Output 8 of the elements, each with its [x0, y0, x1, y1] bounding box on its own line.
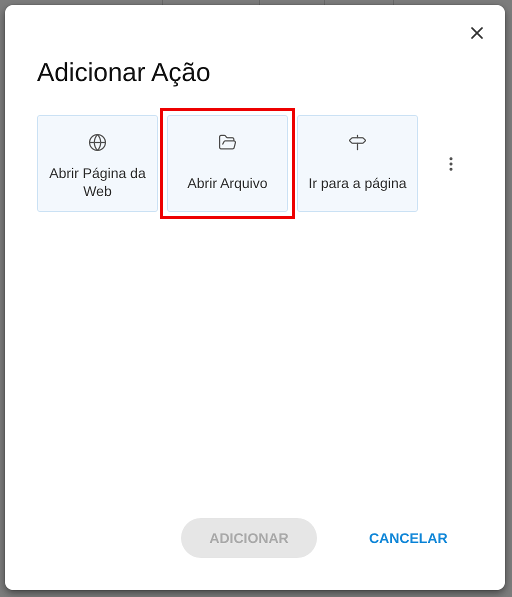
dialog-title: Adicionar Ação: [37, 57, 212, 88]
globe-icon: [88, 132, 107, 152]
cancel-button[interactable]: CANCELAR: [369, 530, 448, 546]
folder-icon: [218, 132, 237, 152]
signpost-icon: [348, 132, 367, 152]
action-card[interactable]: Abrir Arquivo: [167, 115, 288, 212]
action-card[interactable]: Abrir Página da Web: [37, 115, 158, 212]
action-card[interactable]: Ir para a página: [297, 115, 418, 212]
